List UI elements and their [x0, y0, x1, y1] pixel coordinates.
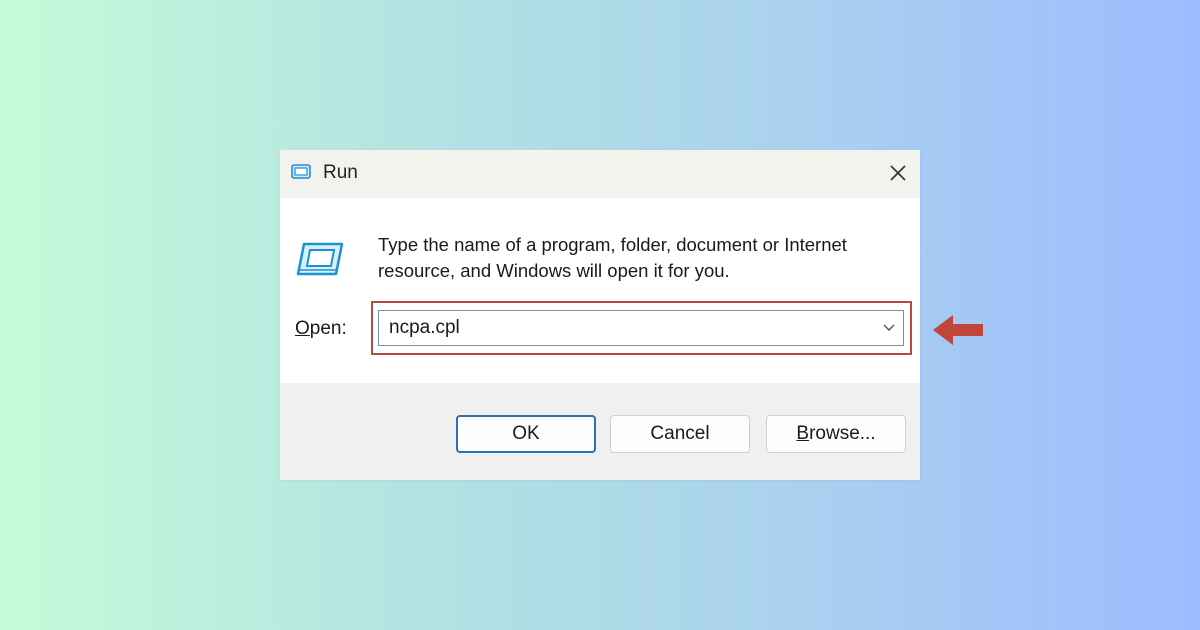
browse-button[interactable]: Browse... — [766, 415, 906, 453]
ok-button[interactable]: OK — [456, 415, 596, 453]
instruction-text: Type the name of a program, folder, docu… — [378, 234, 847, 281]
open-label: Open: — [295, 318, 347, 340]
run-app-icon — [296, 242, 344, 276]
open-label-text: pen: — [309, 318, 347, 339]
title-bar[interactable]: Run — [280, 150, 920, 198]
open-combobox[interactable]: ncpa.cpl — [378, 310, 904, 346]
chevron-down-icon[interactable] — [881, 321, 897, 335]
arrow-left-icon — [933, 315, 983, 345]
close-icon[interactable] — [880, 156, 914, 190]
button-bar: OK Cancel Browse... — [280, 383, 920, 480]
run-dialog: Run Type the name of a program, folder, … — [280, 150, 920, 480]
cancel-button[interactable]: Cancel — [610, 415, 750, 453]
open-label-access-key: O — [295, 318, 310, 339]
run-app-icon — [291, 164, 311, 179]
open-input-value[interactable]: ncpa.cpl — [389, 317, 460, 339]
window-title: Run — [323, 162, 358, 183]
browse-access-key: B — [796, 423, 810, 444]
browse-label-text: rowse... — [809, 423, 876, 444]
